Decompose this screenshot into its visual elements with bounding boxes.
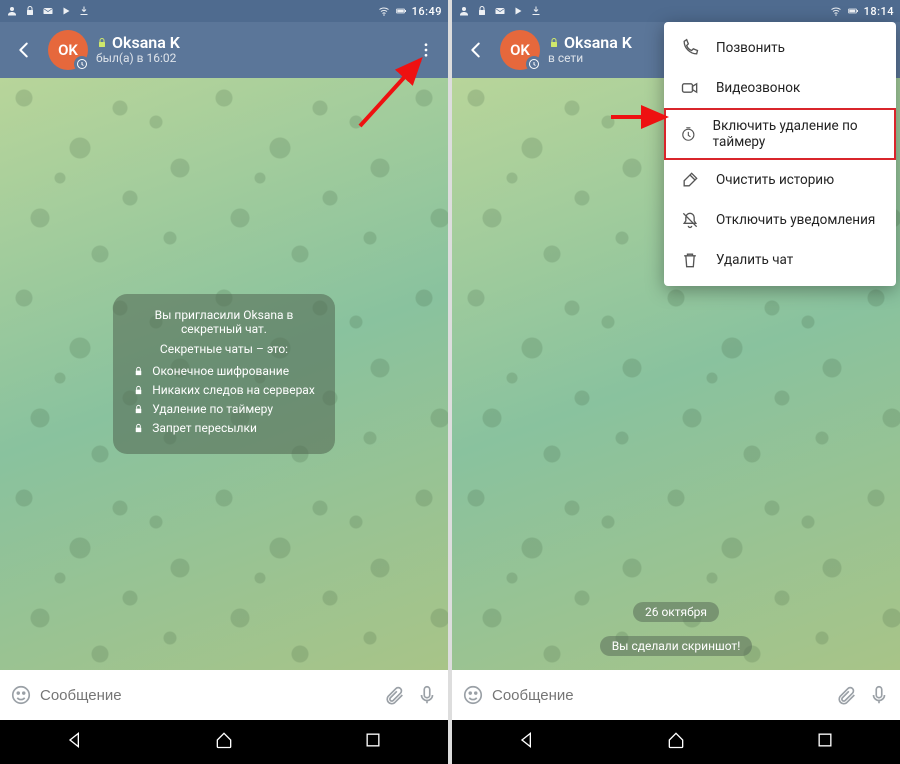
chat-subtitle: был(а) в 16:02 [96,52,180,66]
secret-chat-info-card: Вы пригласили Oksana в секретный чат. Се… [113,294,335,454]
android-nav-bar [452,720,900,764]
mic-button[interactable] [414,682,440,708]
download-icon [78,5,90,17]
emoji-button[interactable] [460,682,486,708]
wifi-icon [830,5,842,17]
emoji-button[interactable] [8,682,34,708]
info-intro: Вы пригласили Oksana в секретный чат. [133,308,315,336]
envelope-icon [42,5,54,17]
status-bar: 18:14 [452,0,900,22]
wifi-icon [378,5,390,17]
info-bullet: Запрет пересылки [133,421,315,435]
info-heading: Секретные чаты – это: [133,342,315,356]
avatar[interactable]: OK [48,30,88,70]
more-options-button[interactable] [410,34,442,66]
date-pill: 26 октября [633,602,719,622]
message-input-bar [0,670,448,720]
phone-right: 18:14 OK Oksana K в сети [452,0,900,764]
nav-home-button[interactable] [666,730,686,754]
menu-item-clear-history[interactable]: Очистить историю [664,160,896,200]
attach-button[interactable] [834,682,860,708]
secret-timer-badge-icon [526,56,542,72]
lock-icon [96,37,108,49]
nav-back-button[interactable] [517,730,537,754]
timer-icon [680,124,697,144]
chat-subtitle: в сети [548,52,632,66]
phone-left: 16:49 OK Oksana K был(а) в 16:02 [0,0,448,764]
nav-recent-button[interactable] [363,730,383,754]
avatar-initials: OK [510,41,530,59]
message-input-bar [452,670,900,720]
battery-icon [395,5,407,17]
back-button[interactable] [460,34,492,66]
android-nav-bar [0,720,448,764]
lock-icon [476,5,488,17]
status-bar: 16:49 [0,0,448,22]
chat-title-block[interactable]: Oksana K был(а) в 16:02 [96,34,180,66]
play-icon [512,5,524,17]
screenshot-notice-pill: Вы сделали скриншот! [600,636,753,656]
video-icon [680,78,700,98]
bell-off-icon [680,210,700,230]
info-bullet-list: Оконечное шифрование Никаких следов на с… [133,364,315,435]
message-input[interactable] [40,687,376,704]
mic-button[interactable] [866,682,892,708]
info-bullet: Удаление по таймеру [133,402,315,416]
nav-back-button[interactable] [65,730,85,754]
secret-timer-badge-icon [74,56,90,72]
more-options-menu: Позвонить Видеозвонок Включить удаление … [664,22,896,286]
battery-icon [847,5,859,17]
menu-item-auto-delete-timer[interactable]: Включить удаление по таймеру [664,108,896,160]
chat-title-block[interactable]: Oksana K в сети [548,34,632,66]
avatar-initials: OK [58,41,78,59]
nav-home-button[interactable] [214,730,234,754]
trash-icon [680,250,700,270]
menu-item-call[interactable]: Позвонить [664,28,896,68]
download-icon [530,5,542,17]
chat-body: Вы пригласили Oksana в секретный чат. Се… [0,78,448,670]
menu-item-delete-chat[interactable]: Удалить чат [664,240,896,280]
play-icon [60,5,72,17]
nav-recent-button[interactable] [815,730,835,754]
person-icon [6,5,18,17]
info-bullet: Оконечное шифрование [133,364,315,378]
message-input[interactable] [492,687,828,704]
chat-title: Oksana K [564,34,632,52]
chat-title: Oksana K [112,34,180,52]
phone-icon [680,38,700,58]
person-icon [458,5,470,17]
attach-button[interactable] [382,682,408,708]
clock-time: 16:49 [412,5,442,18]
envelope-icon [494,5,506,17]
avatar[interactable]: OK [500,30,540,70]
clock-time: 18:14 [864,5,894,18]
lock-icon [548,37,560,49]
menu-item-video-call[interactable]: Видеозвонок [664,68,896,108]
info-bullet: Никаких следов на серверах [133,383,315,397]
app-header: OK Oksana K был(а) в 16:02 [0,22,448,78]
menu-item-mute-notifications[interactable]: Отключить уведомления [664,200,896,240]
lock-icon [24,5,36,17]
back-button[interactable] [8,34,40,66]
brush-icon [680,170,700,190]
